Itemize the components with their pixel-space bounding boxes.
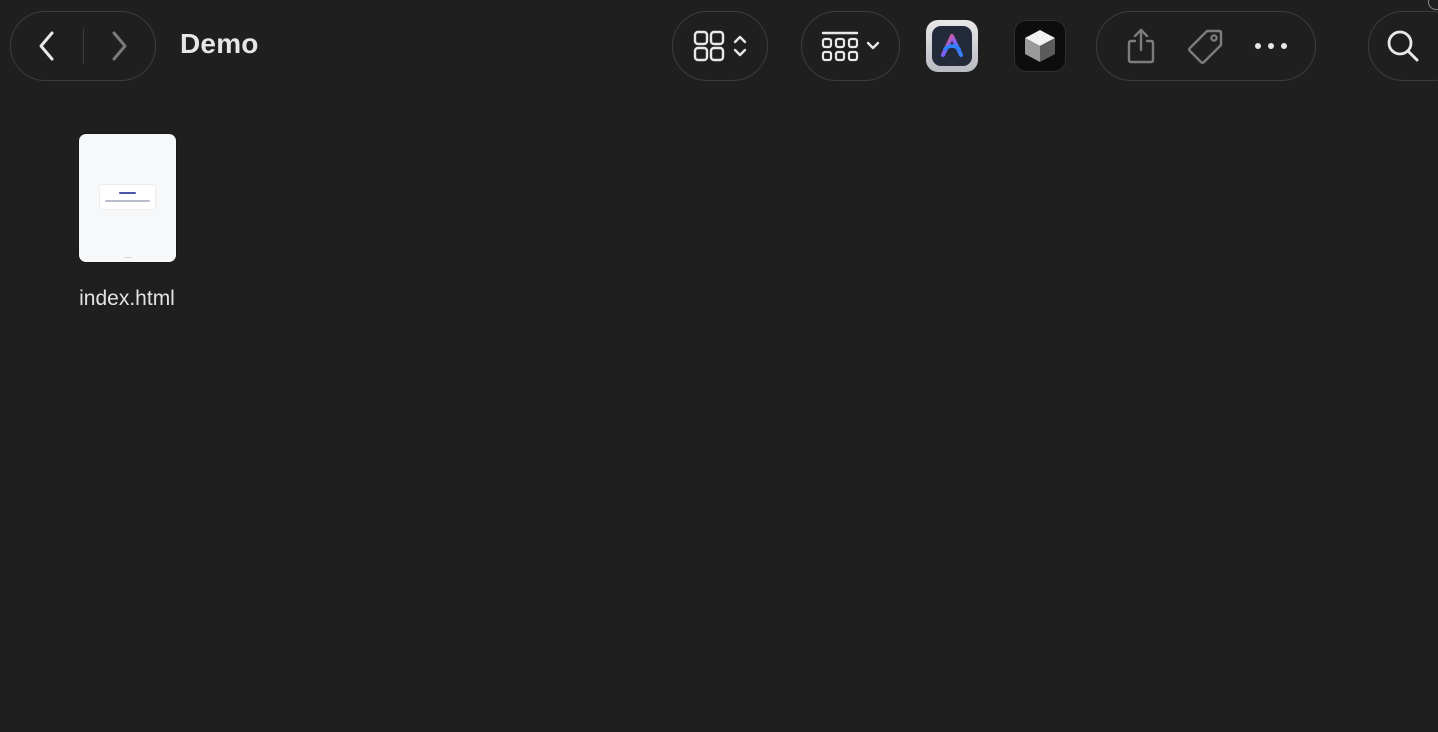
thumbnail-heading — [118, 192, 136, 194]
search-button[interactable] — [1368, 11, 1438, 81]
thumbnail-footer — [123, 257, 132, 258]
chevron-left-icon — [39, 31, 54, 61]
search-icon — [1387, 30, 1419, 62]
share-button[interactable] — [1113, 16, 1169, 76]
ellipsis-icon — [1254, 43, 1287, 49]
view-mode-button[interactable] — [672, 11, 768, 81]
tag-button[interactable] — [1178, 16, 1234, 76]
chevron-down-icon — [866, 41, 879, 50]
actions-group — [1096, 11, 1316, 81]
grid-view-icon — [693, 30, 725, 62]
cube-icon — [1025, 30, 1055, 62]
chevron-right-icon — [112, 31, 127, 61]
cube-app-icon[interactable] — [1014, 20, 1066, 72]
tag-icon — [1188, 29, 1223, 64]
chevron-up-down-icon — [733, 35, 747, 57]
forward-button[interactable] — [84, 12, 156, 80]
group-by-icon — [821, 31, 858, 62]
thumbnail-text — [104, 200, 150, 202]
finder-window: Demo index.html — [0, 0, 1438, 732]
html-document-thumbnail[interactable] — [78, 134, 176, 262]
group-by-button[interactable] — [801, 11, 900, 81]
thumbnail-card — [99, 185, 155, 209]
file-item-index-html[interactable]: index.html — [52, 128, 202, 311]
file-name-label: index.html — [79, 287, 175, 310]
window-title: Demo — [180, 28, 259, 59]
back-button[interactable] — [11, 12, 83, 80]
arc-browser-icon[interactable] — [926, 20, 978, 72]
more-button[interactable] — [1243, 16, 1299, 76]
navigation-group — [10, 11, 156, 81]
arc-logo — [932, 26, 972, 66]
share-icon — [1128, 28, 1155, 64]
